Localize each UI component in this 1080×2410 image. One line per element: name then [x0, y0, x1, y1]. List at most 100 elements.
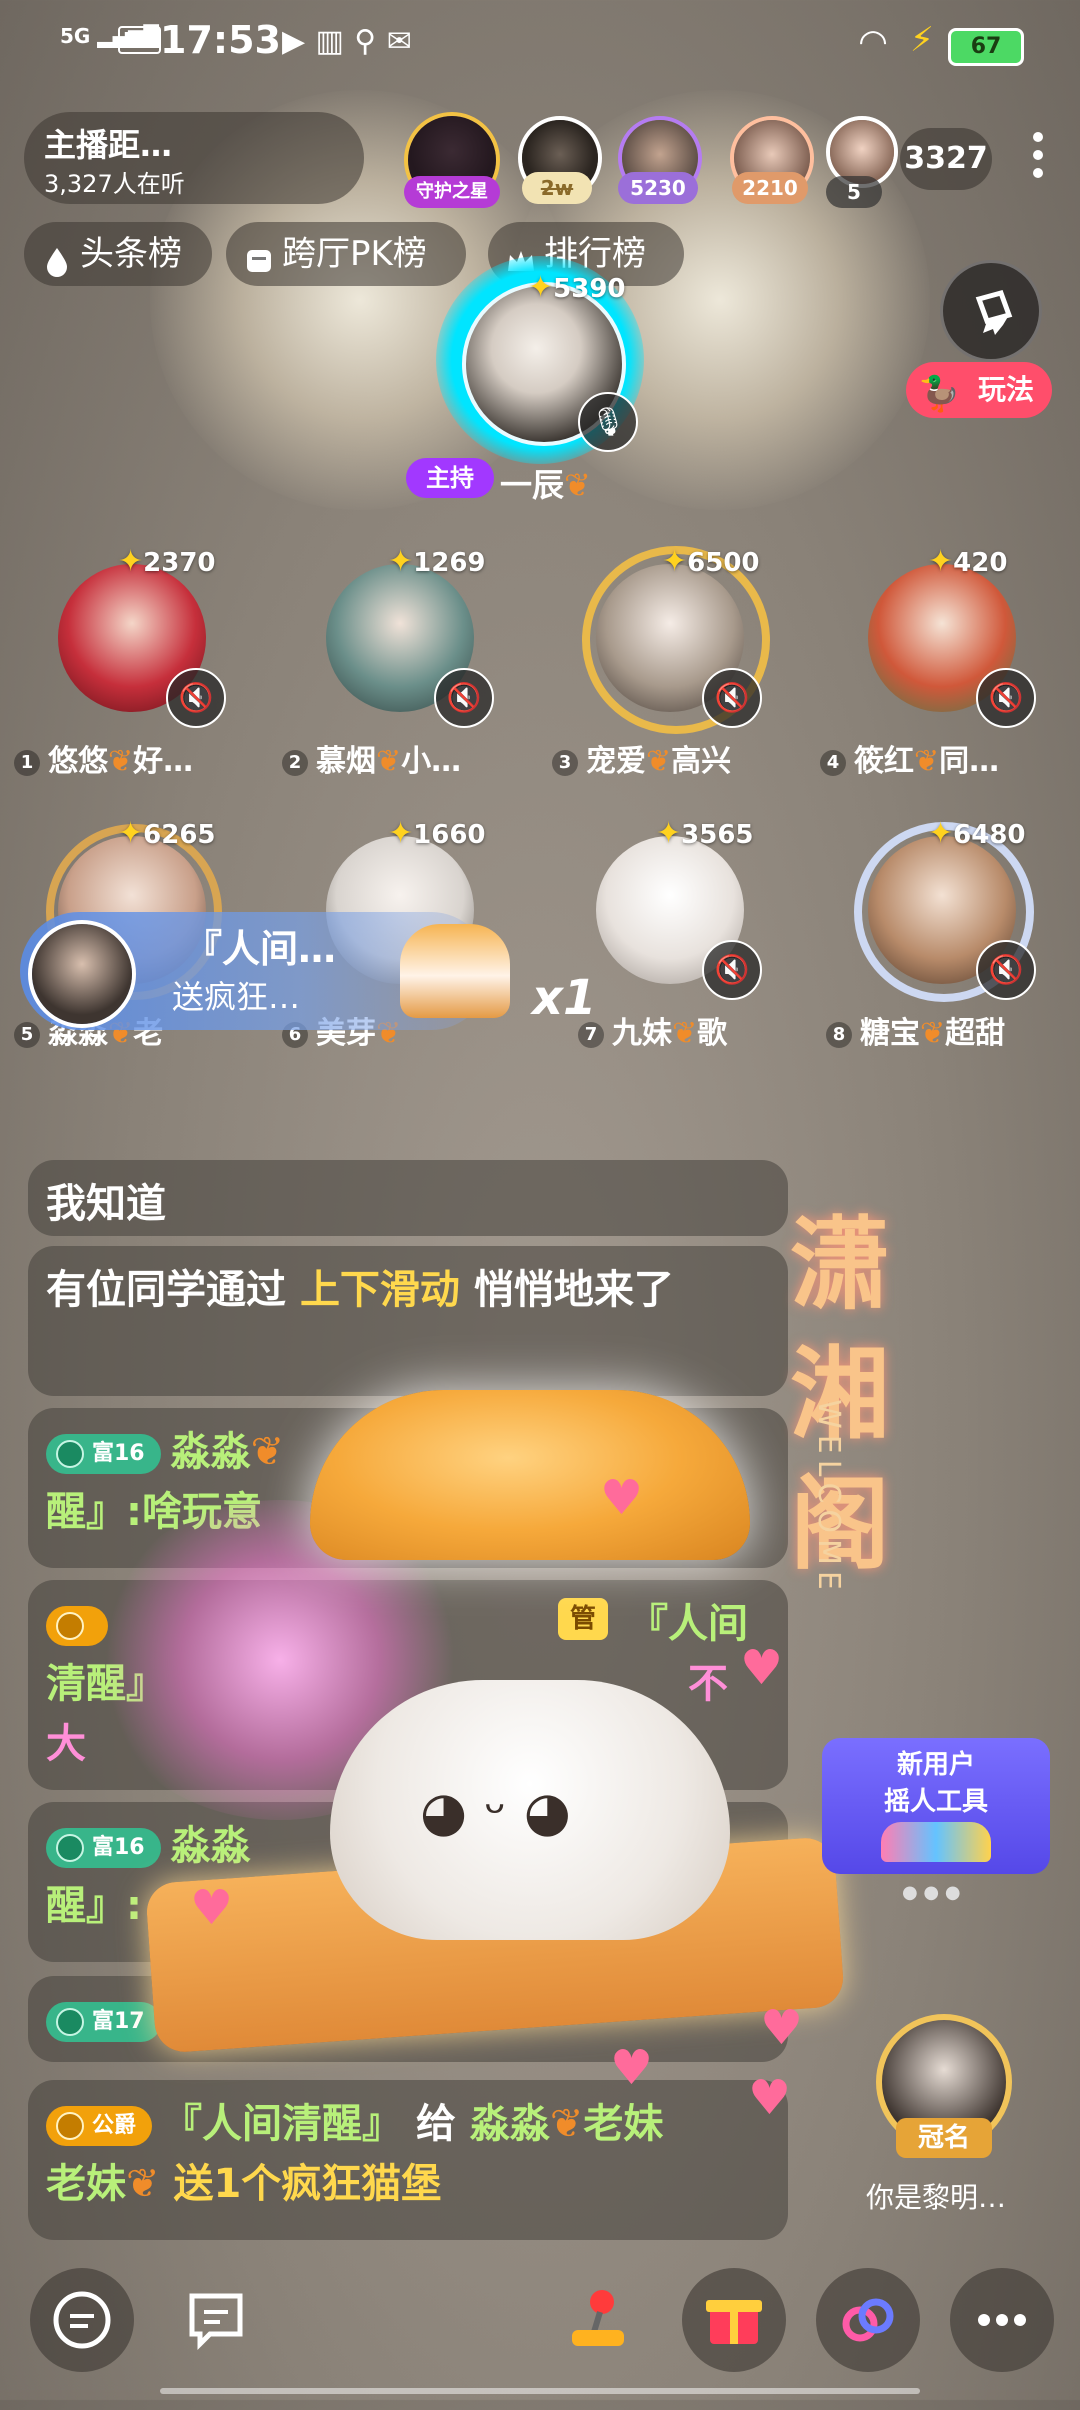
seat-score-7: ✦3565: [656, 816, 754, 851]
broom-icon: [975, 289, 1013, 335]
gift-burger-bun: [310, 1390, 750, 1560]
more-button[interactable]: [950, 2268, 1054, 2372]
link-button[interactable]: [816, 2268, 920, 2372]
gift-banner[interactable]: 『人间… 送疯狂…: [20, 912, 510, 1030]
mute-icon-2[interactable]: 🔇: [434, 668, 494, 728]
seat-label-1[interactable]: 1 悠悠❦好…: [14, 736, 193, 780]
battery-icon: 67: [948, 28, 1024, 66]
seat-score-6: ✦1660: [388, 816, 486, 851]
gift-multiplier: x1: [532, 970, 597, 1026]
seat-label-2[interactable]: 2 慕烟❦小…: [282, 736, 461, 780]
play-label: 玩法: [977, 373, 1034, 406]
crown-tag: 冠名: [896, 2118, 992, 2158]
chat-bubble-icon: [53, 2291, 111, 2349]
tab-pk-rank[interactable]: 跨厅PK榜: [226, 222, 466, 286]
clock: 17:53: [160, 18, 281, 62]
carousel-dots: ● ● ●: [902, 1882, 961, 1903]
home-indicator: [160, 2388, 920, 2394]
star-icon: ✦: [388, 816, 414, 851]
charging-icon: ⚡: [910, 20, 934, 60]
star-icon: ✦: [656, 816, 682, 851]
tab-pk-label: 跨厅PK榜: [282, 234, 427, 274]
heart-icon: ♥: [748, 2070, 792, 2126]
mute-icon-4[interactable]: 🔇: [976, 668, 1036, 728]
seat-score-2: ✦1269: [388, 544, 486, 579]
level-badge: 富17: [46, 2002, 161, 2042]
system-message: 有位同学通过 上下滑动 悄悄地来了: [28, 1246, 788, 1396]
seat-label-3[interactable]: 3 宠爱❦高兴: [552, 736, 731, 780]
host-mic-icon[interactable]: 🎙: [578, 392, 638, 452]
host-score: ✦5390: [528, 270, 626, 305]
star-icon: ✦: [118, 816, 144, 851]
gift-icon: [706, 2300, 762, 2344]
crown-user-name[interactable]: 你是黎明…: [866, 2176, 1006, 2216]
guardian-badge: 守护之星: [404, 176, 500, 208]
promo-welcome: WELCOME: [810, 1399, 846, 1596]
seat-score-1: ✦2370: [118, 544, 216, 579]
star-icon: ✦: [118, 544, 144, 579]
more-icon: [978, 2314, 1026, 2326]
game-button[interactable]: [546, 2268, 650, 2372]
seat-label-7[interactable]: 7 九妹❦歌: [578, 1008, 727, 1052]
star-icon: ✦: [528, 270, 554, 305]
heart-icon: ♥: [760, 2000, 804, 2056]
play-button[interactable]: 🦆 玩法: [906, 362, 1052, 418]
new-user-tool-card[interactable]: 新用户 摇人工具: [822, 1738, 1050, 1874]
menu-icon[interactable]: [1028, 124, 1048, 194]
clean-screen-button[interactable]: [940, 260, 1042, 362]
leaf-icon: ❦: [564, 466, 591, 504]
star-icon: ✦: [928, 544, 954, 579]
fan-badge-4: 5: [826, 176, 882, 208]
chat-bubble-button[interactable]: [30, 2268, 134, 2372]
mute-icon-8[interactable]: 🔇: [976, 940, 1036, 1000]
message-button[interactable]: [164, 2268, 268, 2372]
joystick-icon: [572, 2290, 624, 2346]
host-tag: 主持: [406, 458, 494, 498]
gift-sender-name: 『人间…: [184, 927, 337, 971]
seat-label-8[interactable]: 8 糖宝❦超甜: [826, 1008, 1005, 1052]
host-name[interactable]: 一辰❦: [500, 460, 591, 506]
seat-score-4: ✦420: [928, 544, 1008, 579]
new-user-line1: 新用户: [896, 1750, 975, 1780]
hd-icon: HD: [118, 26, 162, 54]
gift-button[interactable]: [682, 2268, 786, 2372]
drop-icon: [40, 236, 74, 277]
mute-icon-3[interactable]: 🔇: [702, 668, 762, 728]
cat-face: ◕ ᵕ ◕: [420, 1780, 571, 1843]
gift-chat-message[interactable]: 公爵 『人间清醒』 给 淼淼❦老妹 老妹❦ 送1个疯狂猫堡: [28, 2080, 788, 2240]
heart-icon: ♥: [610, 2040, 654, 2096]
chat-header: 我知道: [28, 1160, 788, 1236]
listener-count: 3,327人在听: [44, 170, 185, 198]
status-bar: 5G ▂▄▆█ HD 17:53 ▶ ▥ ⚲ ✉ ◠ ⚡ 67: [0, 0, 1080, 90]
online-count-button[interactable]: 3327: [900, 128, 992, 190]
heart-icon: ♥: [190, 1880, 234, 1936]
wifi-icon: ◠: [860, 22, 887, 62]
heart-icon: ♥: [740, 1640, 784, 1696]
tab-headline-label: 头条榜: [80, 234, 182, 274]
tab-headline-rank[interactable]: 头条榜: [24, 222, 212, 286]
mute-icon-7[interactable]: 🔇: [702, 940, 762, 1000]
duck-icon: 🦆: [918, 374, 961, 414]
mute-icon-1[interactable]: 🔇: [166, 668, 226, 728]
gift-sender-avatar[interactable]: [28, 920, 136, 1028]
gift-burger-thumb: [400, 924, 510, 1018]
seat-score-5: ✦6265: [118, 816, 216, 851]
admin-tag: 管: [558, 1598, 608, 1640]
seat-score-3: ✦6500: [662, 544, 760, 579]
message-icon: [189, 2293, 243, 2351]
seat-label-4[interactable]: 4 筱红❦同…: [820, 736, 999, 780]
capsule-machine-icon: [881, 1822, 991, 1862]
duke-badge: 公爵: [46, 2106, 153, 2146]
level-badge: 富16: [46, 1434, 161, 1474]
star-icon: ✦: [388, 544, 414, 579]
room-title-art: 潇湘阁 WELCOME: [770, 1180, 1050, 1640]
link-icon: [842, 2298, 894, 2342]
heart-icon: ♥: [600, 1470, 644, 1526]
fan-badge-3: 2210: [732, 172, 808, 204]
room-title[interactable]: 主播距…: [44, 120, 172, 166]
new-user-line2: 摇人工具: [883, 1787, 988, 1817]
gift-sent-text: 送疯狂…: [172, 978, 301, 1016]
seat-score-8: ✦6480: [928, 816, 1026, 851]
notification-icons: ▶ ▥ ⚲ ✉: [282, 24, 412, 59]
fan-badge-1: 2w: [522, 172, 592, 204]
